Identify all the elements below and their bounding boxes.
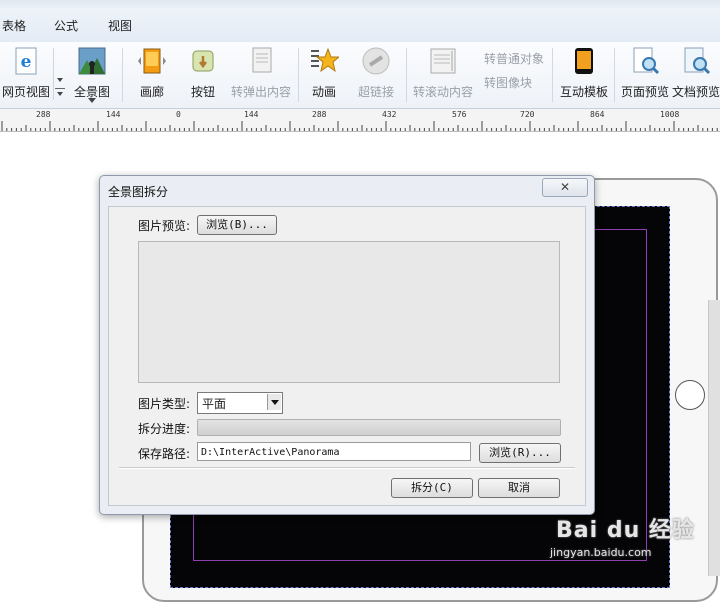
ruler-label: 288 bbox=[312, 110, 327, 119]
page-preview-icon bbox=[633, 47, 660, 75]
preview-label: 图片预览: bbox=[138, 219, 191, 233]
animation-star-icon bbox=[311, 47, 339, 73]
tablet-home-button bbox=[675, 380, 705, 410]
ruler-label: 432 bbox=[382, 110, 397, 119]
menu-formula[interactable]: 公式 bbox=[54, 17, 78, 34]
ribbon-label: 网页视图 bbox=[1, 85, 50, 99]
ribbon-label: 按钮 bbox=[190, 85, 215, 99]
window-title-strip bbox=[0, 0, 720, 8]
ribbon-label: 互动模板 bbox=[559, 85, 608, 99]
ribbon-label: 页面预览 bbox=[620, 85, 669, 99]
panorama-split-dialog: 全景图拆分 ✕ 图片预览: 浏览(B)... 图片类型: 平面 拆分进度: 保存… bbox=[99, 175, 595, 515]
ribbon-label: 动画 bbox=[311, 85, 336, 99]
ruler-label: 144 bbox=[106, 110, 121, 119]
browse-save-button[interactable]: 浏览(R)... bbox=[479, 443, 561, 463]
menu-bar: 表格 公式 视图 bbox=[0, 8, 720, 43]
browse-preview-button[interactable]: 浏览(B)... bbox=[197, 215, 277, 235]
ribbon-convert-scroll-button[interactable]: 转滚动内容 bbox=[410, 46, 476, 106]
split-button[interactable]: 拆分(C) bbox=[391, 478, 473, 498]
image-preview-area bbox=[138, 241, 560, 383]
image-type-label: 图片类型: bbox=[138, 397, 191, 411]
ribbon-label: 文档预览 bbox=[672, 85, 720, 99]
ribbon-convert-normal-object[interactable]: 转普通对象 bbox=[484, 50, 544, 67]
dialog-title: 全景图拆分 bbox=[108, 185, 169, 199]
dialog-divider bbox=[119, 467, 575, 469]
ribbon-hyperlink-button[interactable]: 超链接 bbox=[352, 46, 400, 106]
ribbon-separator bbox=[552, 48, 553, 102]
interactive-template-icon bbox=[575, 48, 593, 74]
split-progress-bar bbox=[197, 419, 561, 436]
ribbon-panorama-button[interactable]: 全景图 bbox=[68, 46, 116, 106]
ruler-label: 864 bbox=[590, 110, 605, 119]
ribbon-label: 超链接 bbox=[357, 85, 394, 99]
ribbon-convert-popup-button[interactable]: 转弹出内容 bbox=[228, 46, 294, 106]
svg-text:e: e bbox=[21, 52, 32, 72]
button-icon bbox=[192, 50, 214, 72]
ribbon-label: 转滚动内容 bbox=[412, 85, 473, 99]
vertical-scrollbar[interactable] bbox=[708, 300, 720, 576]
ribbon-page-preview-button[interactable]: 页面预览 bbox=[618, 46, 672, 106]
ie-page-view-icon: e bbox=[15, 47, 37, 75]
ribbon-interactive-template-button[interactable]: 互动模板 bbox=[556, 46, 612, 106]
close-icon[interactable]: ✕ bbox=[542, 178, 588, 197]
chevron-down-icon bbox=[88, 98, 96, 103]
image-type-value: 平面 bbox=[202, 397, 227, 411]
chevron-down-icon[interactable] bbox=[267, 394, 281, 410]
cancel-button[interactable]: 取消 bbox=[478, 478, 560, 498]
popup-content-icon bbox=[252, 47, 272, 73]
ribbon-animation-button[interactable]: 动画 bbox=[302, 46, 346, 106]
ribbon-web-view-button[interactable]: e 网页视图 bbox=[0, 46, 52, 106]
ribbon-label: 转弹出内容 bbox=[230, 85, 291, 99]
ribbon-doc-preview-button[interactable]: 文档预览 bbox=[672, 46, 720, 106]
hyperlink-icon bbox=[362, 47, 390, 75]
horizontal-ruler: 288 144 0 144 288 432 576 720 864 1008 bbox=[0, 109, 720, 132]
watermark-brand: Bai du 经验 bbox=[556, 518, 695, 543]
menu-view[interactable]: 视图 bbox=[108, 17, 132, 34]
save-path-input[interactable]: D:\InterActive\Panorama bbox=[197, 442, 471, 461]
ribbon-convert-image-block[interactable]: 转图像块 bbox=[484, 74, 532, 91]
ruler-label: 144 bbox=[244, 110, 259, 119]
progress-label: 拆分进度: bbox=[138, 422, 191, 436]
ribbon-separator bbox=[406, 48, 407, 102]
ruler-label: 0 bbox=[176, 110, 181, 119]
ruler-label: 576 bbox=[452, 110, 467, 119]
scroll-content-icon bbox=[430, 48, 456, 74]
ribbon-separator bbox=[614, 48, 615, 102]
ruler-label: 720 bbox=[520, 110, 535, 119]
ribbon-button-button[interactable]: 按钮 bbox=[180, 46, 226, 106]
dialog-body: 图片预览: 浏览(B)... 图片类型: 平面 拆分进度: 保存路径: D:\I… bbox=[108, 206, 586, 506]
ribbon-separator bbox=[122, 48, 123, 102]
ribbon-toolbar: e 网页视图 全景图 画廊 按钮 转弹出内容 动画 超链接 转滚动内容 转普通对… bbox=[0, 42, 720, 109]
ribbon-gallery-button[interactable]: 画廊 bbox=[128, 46, 176, 106]
image-type-select[interactable]: 平面 bbox=[197, 392, 283, 414]
ribbon-scroll-control[interactable] bbox=[53, 48, 66, 100]
ribbon-separator bbox=[298, 48, 299, 102]
save-path-label: 保存路径: bbox=[138, 447, 191, 461]
baidu-jingyan-watermark: Bai du 经验 jingyan.baidu.com bbox=[550, 512, 695, 559]
gallery-icon bbox=[138, 48, 166, 74]
ribbon-label: 画廊 bbox=[139, 85, 164, 99]
watermark-url: jingyan.baidu.com bbox=[550, 546, 652, 559]
panorama-icon bbox=[78, 47, 106, 75]
ruler-label: 288 bbox=[36, 110, 51, 119]
menu-table[interactable]: 表格 bbox=[2, 17, 26, 34]
ruler-label: 1008 bbox=[660, 110, 680, 119]
chevron-down-icon[interactable] bbox=[54, 48, 66, 100]
doc-preview-icon bbox=[684, 47, 711, 75]
